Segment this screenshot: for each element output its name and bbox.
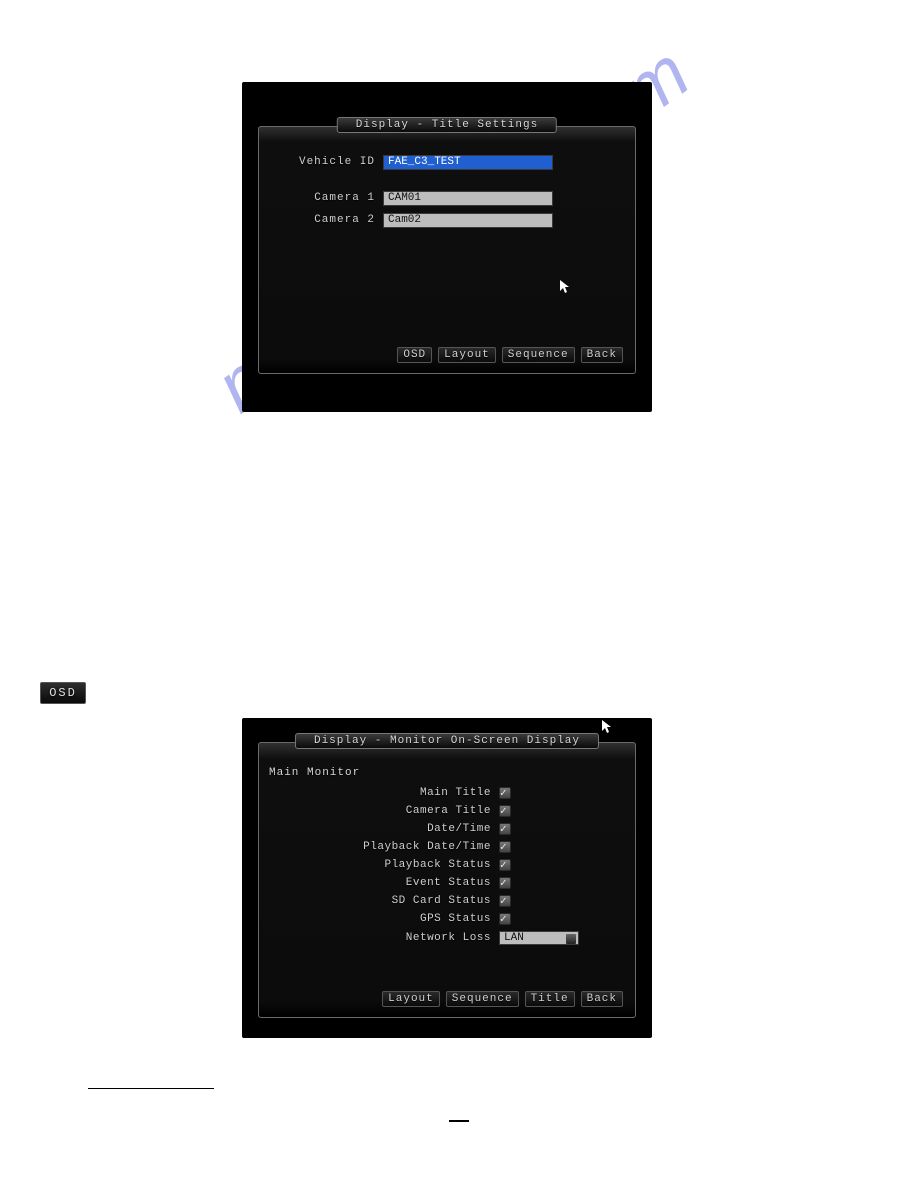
vehicle-id-row: Vehicle ID FAE_C3_TEST (285, 153, 635, 171)
title-settings-panel: Display - Title Settings Vehicle ID FAE_… (258, 126, 636, 374)
sequence-button[interactable]: Sequence (446, 991, 519, 1007)
network-loss-row: Network Loss LAN (259, 930, 635, 946)
title-button[interactable]: Title (525, 991, 575, 1007)
gps-status-row: GPS Status (259, 911, 635, 926)
main-title-row: Main Title (259, 785, 635, 800)
date-time-checkbox[interactable] (499, 823, 511, 835)
sd-card-status-row: SD Card Status (259, 893, 635, 908)
osd-label-image: OSD (40, 682, 86, 704)
osd-panel: Display - Monitor On-Screen Display Main… (258, 742, 636, 1018)
camera2-input[interactable]: Cam02 (383, 213, 553, 228)
camera-title-label: Camera Title (259, 805, 491, 817)
camera-title-checkbox[interactable] (499, 805, 511, 817)
vehicle-id-label: Vehicle ID (285, 156, 375, 168)
main-title-checkbox[interactable] (499, 787, 511, 799)
osd-button[interactable]: OSD (397, 347, 432, 363)
event-status-checkbox[interactable] (499, 877, 511, 889)
screenshot-osd: Display - Monitor On-Screen Display Main… (242, 718, 652, 1038)
gps-status-label: GPS Status (259, 913, 491, 925)
screenshot-title-settings: Display - Title Settings Vehicle ID FAE_… (242, 82, 652, 412)
network-loss-select[interactable]: LAN (499, 931, 579, 945)
osd-nav: Layout Sequence Title Back (382, 991, 623, 1007)
event-status-row: Event Status (259, 875, 635, 890)
sd-card-status-label: SD Card Status (259, 895, 491, 907)
camera-title-row: Camera Title (259, 803, 635, 818)
main-monitor-label: Main Monitor (259, 765, 635, 785)
network-loss-label: Network Loss (259, 932, 491, 944)
playback-date-time-label: Playback Date/Time (259, 841, 491, 853)
page-number-dash (449, 1120, 469, 1122)
event-status-label: Event Status (259, 877, 491, 889)
page: manualshive.com Display - Title Settings… (0, 0, 918, 1188)
underline-decoration (88, 1088, 214, 1089)
layout-button[interactable]: Layout (438, 347, 496, 363)
back-button[interactable]: Back (581, 347, 623, 363)
date-time-row: Date/Time (259, 821, 635, 836)
camera1-row: Camera 1 CAM01 (285, 189, 635, 207)
gps-status-checkbox[interactable] (499, 913, 511, 925)
osd-panel-title: Display - Monitor On-Screen Display (295, 733, 599, 749)
title-settings-nav: OSD Layout Sequence Back (397, 347, 623, 363)
back-button[interactable]: Back (581, 991, 623, 1007)
camera2-row: Camera 2 Cam02 (285, 211, 635, 229)
camera1-input[interactable]: CAM01 (383, 191, 553, 206)
camera2-label: Camera 2 (285, 214, 375, 226)
sequence-button[interactable]: Sequence (502, 347, 575, 363)
camera1-label: Camera 1 (285, 192, 375, 204)
spacer (259, 175, 635, 185)
playback-status-label: Playback Status (259, 859, 491, 871)
playback-date-time-row: Playback Date/Time (259, 839, 635, 854)
sd-card-status-checkbox[interactable] (499, 895, 511, 907)
main-title-label: Main Title (259, 787, 491, 799)
panel-title: Display - Title Settings (337, 117, 557, 133)
playback-status-row: Playback Status (259, 857, 635, 872)
playback-date-time-checkbox[interactable] (499, 841, 511, 853)
layout-button[interactable]: Layout (382, 991, 440, 1007)
date-time-label: Date/Time (259, 823, 491, 835)
vehicle-id-input[interactable]: FAE_C3_TEST (383, 155, 553, 170)
playback-status-checkbox[interactable] (499, 859, 511, 871)
